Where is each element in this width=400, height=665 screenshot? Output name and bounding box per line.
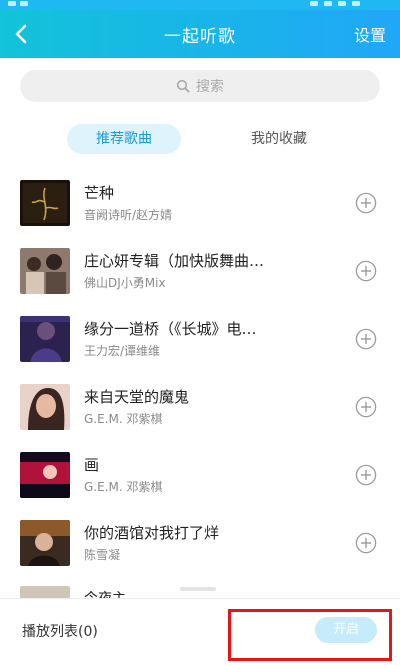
song-artist: 陈雪凝 <box>84 548 121 562</box>
album-cover <box>20 452 70 498</box>
drag-handle[interactable] <box>180 587 216 591</box>
plus-circle-icon <box>355 464 377 486</box>
status-bar <box>0 0 400 10</box>
add-song-button[interactable] <box>355 464 377 486</box>
content-panel: 搜索 推荐歌曲 我的收藏 芒种 音阙诗听/赵方婧 庄心妍专辑（加快版舞曲… 佛山… <box>0 58 400 665</box>
album-cover <box>20 384 70 430</box>
add-song-button[interactable] <box>355 192 377 214</box>
song-title: 画 <box>84 456 100 474</box>
song-title: 来自天堂的魔鬼 <box>84 388 190 406</box>
page-title: 一起听歌 <box>164 27 236 47</box>
song-title: 你的酒馆对我打了烊 <box>84 524 220 542</box>
song-item[interactable]: 你的酒馆对我打了烊 陈雪凝 <box>0 520 400 586</box>
open-button[interactable]: 开启 <box>315 617 377 643</box>
album-cover <box>20 520 70 566</box>
playlist-button[interactable]: 播放列表(0) <box>22 621 98 641</box>
status-icon <box>338 1 346 6</box>
status-icon <box>8 1 16 6</box>
song-item[interactable]: 庄心妍专辑（加快版舞曲… 佛山DJ小勇Mix <box>0 248 400 314</box>
album-cover <box>20 180 70 226</box>
song-artist: 佛山DJ小勇Mix <box>84 276 166 290</box>
song-title: 芒种 <box>84 184 115 202</box>
album-cover <box>20 248 70 294</box>
status-icon <box>310 1 318 6</box>
add-song-button[interactable] <box>355 396 377 418</box>
song-artist: 音阙诗听/赵方婧 <box>84 208 173 222</box>
plus-circle-icon <box>355 192 377 214</box>
status-icon <box>324 1 332 6</box>
plus-circle-icon <box>355 328 377 350</box>
plus-circle-icon <box>355 260 377 282</box>
add-song-button[interactable] <box>355 260 377 282</box>
tab-recommended[interactable]: 推荐歌曲 <box>67 124 181 154</box>
tab-bar: 推荐歌曲 我的收藏 <box>0 124 400 154</box>
header-bar: 一起听歌 设置 <box>0 10 400 58</box>
tab-favorites[interactable]: 我的收藏 <box>232 124 326 154</box>
song-item[interactable]: 来自天堂的魔鬼 G.E.M. 邓紫棋 <box>0 384 400 450</box>
search-icon <box>176 79 190 93</box>
song-artist: G.E.M. 邓紫棋 <box>84 480 163 494</box>
song-artist: G.E.M. 邓紫棋 <box>84 412 163 426</box>
add-song-button[interactable] <box>355 328 377 350</box>
song-item[interactable]: 画 G.E.M. 邓紫棋 <box>0 452 400 518</box>
add-song-button[interactable] <box>355 532 377 554</box>
plus-circle-icon <box>355 396 377 418</box>
song-title: 缘分一道桥（《长城》电… <box>84 320 257 338</box>
bottom-bar: 播放列表(0) 开启 <box>0 587 400 665</box>
song-title: 庄心妍专辑（加快版舞曲… <box>84 252 265 270</box>
search-placeholder: 搜索 <box>196 79 224 95</box>
settings-button[interactable]: 设置 <box>354 22 386 46</box>
song-item[interactable]: 缘分一道桥（《长城》电… 王力宏/谭维维 <box>0 316 400 382</box>
song-artist: 王力宏/谭维维 <box>84 344 161 358</box>
song-item[interactable]: 芒种 音阙诗听/赵方婧 <box>0 180 400 246</box>
search-input[interactable]: 搜索 <box>20 70 380 102</box>
album-cover <box>20 316 70 362</box>
plus-circle-icon <box>355 532 377 554</box>
phone-screen: 一起听歌 设置 搜索 推荐歌曲 我的收藏 芒种 音阙诗听/赵方婧 庄心妍专辑（加… <box>0 0 400 665</box>
status-icon <box>352 1 360 6</box>
status-icon <box>20 1 28 6</box>
